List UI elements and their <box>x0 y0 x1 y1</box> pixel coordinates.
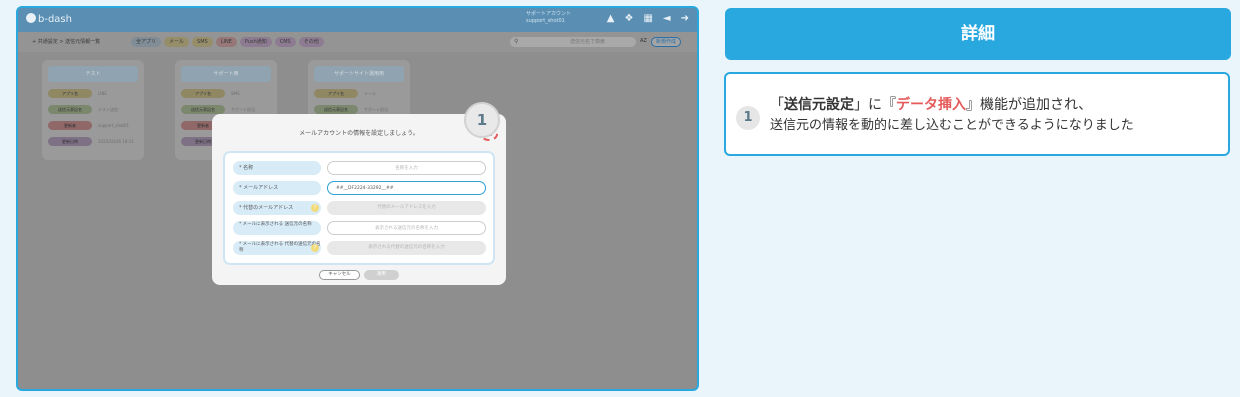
source-card[interactable]: テスト アプリ名 LINE 送信元表記名 テスト送信 更新者 support_shot… <box>42 60 144 160</box>
form-row-alt-email: * 代替のメールアドレス ? 代替のメールアドレスを入力 <box>233 201 486 215</box>
alt-email-field[interactable]: 代替のメールアドレスを入力 <box>327 201 486 215</box>
sort-toggle[interactable]: AZ <box>640 38 647 44</box>
grid-icon[interactable]: ▦ <box>643 12 652 26</box>
user-info[interactable]: サポートアカウント support_shot01 <box>526 11 571 25</box>
logo-icon <box>26 13 36 23</box>
tab-line[interactable]: LINE <box>215 37 237 47</box>
field-label: * メールに表示される 代替の送信元の名称 <box>233 241 321 255</box>
detail-line2: 送信元の情報を動的に差し込むことができるようになりました <box>770 118 1134 133</box>
alt-sender-name-field[interactable]: 表示される代替の送信元の名称を入力 <box>327 241 486 255</box>
card-field-value: メール <box>364 91 376 96</box>
name-field[interactable]: 名称を入力 <box>327 161 486 175</box>
header-icons: ▲ ❖ ▦ ◄ ➜ <box>607 12 689 26</box>
account-form: * 名称 名称を入力 * メールアドレス ##__DF2224-33292__#… <box>223 151 495 265</box>
card-field-label: 更新日時 <box>48 137 92 146</box>
toolbar: + 共通設定 > 送信元情報一覧 全アプリ メール SMS LINE Push通… <box>18 32 697 52</box>
cancel-button[interactable]: キャンセル <box>319 270 360 280</box>
tab-all-apps[interactable]: 全アプリ <box>131 37 162 47</box>
card-field-value: SMS <box>231 91 240 96</box>
step-badge: 1 <box>464 102 500 138</box>
app-logo[interactable]: b-dash <box>26 13 72 25</box>
search-icon: ⚲ <box>514 38 519 45</box>
screenshot-panel: b-dash サポートアカウント support_shot01 ▲ ❖ ▦ ◄ … <box>16 6 699 391</box>
form-row-email: * メールアドレス ##__DF2224-33292__## <box>233 181 486 195</box>
detail-line1: 「送信元設定」に『データ挿入』機能が追加され、 <box>770 97 1093 113</box>
card-field-value: サポート担当 <box>364 107 388 112</box>
apply-button[interactable]: 適用 <box>363 270 399 280</box>
filter-tabs: 全アプリ メール SMS LINE Push通知 CMS その他 <box>131 37 324 47</box>
detail-box: 1 「送信元設定」に『データ挿入』機能が追加され、 送信元の情報を動的に差し込む… <box>724 72 1230 156</box>
tab-sms[interactable]: SMS <box>192 37 213 47</box>
help-icon[interactable]: ? <box>311 204 319 212</box>
logout-icon[interactable]: ➜ <box>681 12 689 26</box>
form-row-alt-sender-name: * メールに表示される 代替の送信元の名称 ? 表示される代替の送信元の名称を入… <box>233 241 486 255</box>
step-number: 1 <box>736 106 760 130</box>
modal-title: メールアカウントの情報を設定しましょう。 <box>299 130 419 137</box>
modal-actions: キャンセル 適用 <box>212 270 506 280</box>
field-label: * メールアドレス <box>233 181 321 195</box>
help-icon[interactable]: ? <box>311 244 319 252</box>
tab-other[interactable]: その他 <box>298 37 324 47</box>
megaphone-icon[interactable]: ◄ <box>663 12 671 26</box>
card-field-label: アプリ名 <box>48 89 92 98</box>
card-field-label: 送信元表記名 <box>48 105 92 114</box>
field-label: * メールに表示される 送信元の名称 <box>233 221 321 235</box>
sender-name-field[interactable]: 表示される送信元の名称を入力 <box>327 221 486 235</box>
mail-account-modal: メールアカウントの情報を設定しましょう。 ▣ * 名称 名称を入力 * メールア… <box>212 114 506 285</box>
card-field-label: アプリ名 <box>314 89 358 98</box>
bell-icon[interactable]: ▲ <box>607 12 615 26</box>
tab-cms[interactable]: CMS <box>274 37 296 47</box>
card-field-label: 更新者 <box>48 121 92 130</box>
wrench-icon[interactable]: ❖ <box>624 12 633 26</box>
tab-push[interactable]: Push通知 <box>239 37 272 47</box>
email-field[interactable]: ##__DF2224-33292__## <box>327 181 486 195</box>
card-field-value: support_shot01 <box>98 123 130 128</box>
card-field-value: 2023/10/26 19:11 <box>98 139 134 144</box>
form-row-name: * 名称 名称を入力 <box>233 161 486 175</box>
card-title: サポート用 <box>181 66 271 82</box>
field-label: * 名称 <box>233 161 321 175</box>
card-field-label: 送信元表記名 <box>314 105 358 114</box>
field-label: * 代替のメールアドレス <box>233 201 321 215</box>
form-row-sender-name: * メールに表示される 送信元の名称 表示される送信元の名称を入力 <box>233 221 486 235</box>
tab-mail[interactable]: メール <box>164 37 190 47</box>
new-button[interactable]: 新規作成 <box>651 37 682 47</box>
detail-header: 詳細 <box>725 8 1231 60</box>
card-field-value: テスト送信 <box>98 107 118 112</box>
card-field-value: LINE <box>98 91 107 96</box>
breadcrumb[interactable]: + 共通設定 > 送信元情報一覧 <box>32 38 100 45</box>
search-input[interactable]: ⚲ 送信元名で検索 <box>510 37 636 47</box>
card-field-label: アプリ名 <box>181 89 225 98</box>
card-field-value: サポート担当 <box>231 107 255 112</box>
card-title: テスト <box>48 66 138 82</box>
app-header: b-dash サポートアカウント support_shot01 ▲ ❖ ▦ ◄ … <box>18 8 697 32</box>
card-field-label: 送信元表記名 <box>181 105 225 114</box>
card-title: サポートサイト運用用 <box>314 66 404 82</box>
